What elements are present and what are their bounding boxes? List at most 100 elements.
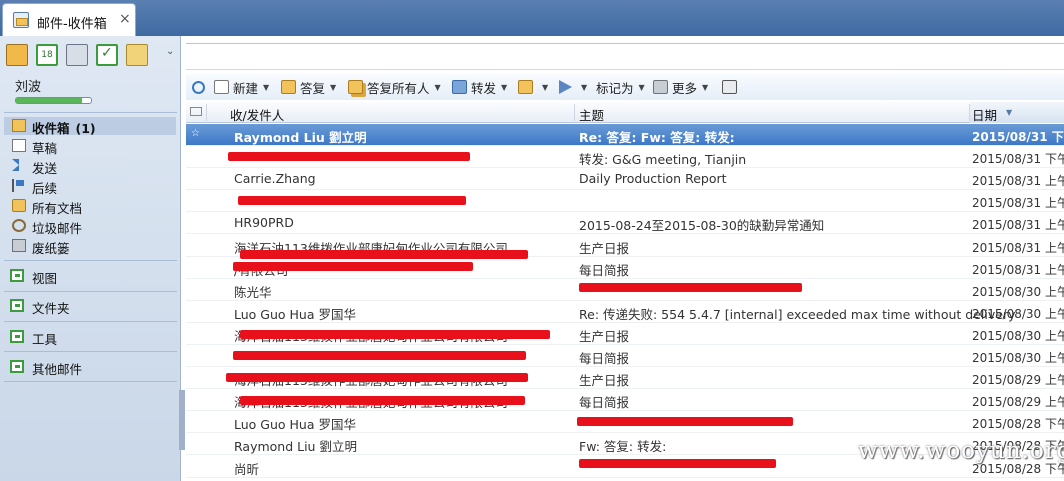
calendar-icon[interactable]: 18 <box>36 44 58 66</box>
mail-app-icon[interactable] <box>6 44 28 66</box>
table-row[interactable]: Carrie.Zhang Daily Production Report 2015/… <box>186 168 1064 191</box>
message-from: HR90PRD <box>234 215 294 231</box>
table-row[interactable]: 海洋石油113维拨作业部唐妃甸作业公司有限公司每日简报2015/08/29 上午… <box>186 389 1064 412</box>
sort-desc-icon[interactable]: ▼ <box>1006 108 1012 117</box>
table-row[interactable]: 海洋石油113维拨作业部唐妃甸作业公司有限公司生产日报2015/08/29 上午… <box>186 367 1064 390</box>
reply-all-label: 答复所有人 <box>367 80 430 96</box>
column-header: 收/发件人 主题 日期 ▼ <box>186 102 1064 123</box>
chevron-down-icon[interactable]: ▼ <box>542 83 548 92</box>
message-date: 2015/08/31 下午 <box>972 130 1064 144</box>
table-row[interactable]: 每日简报 2015/08/30 上午0 <box>186 345 1064 367</box>
sidebar-section-label: 其他邮件 <box>32 362 83 377</box>
sidebar-section-label: 工具 <box>32 332 58 347</box>
todo-icon[interactable] <box>96 44 118 66</box>
divider <box>4 291 177 292</box>
message-subject: 2015-08-24至2015-08-30的缺勤异常通知 <box>579 218 825 234</box>
table-row[interactable]: HR90PRD 2015-08-24至2015-08-30的缺勤异常通知 2015/… <box>186 212 1064 235</box>
column-subject[interactable]: 主题 <box>579 105 604 124</box>
sidebar-section-views[interactable]: 视图 <box>10 266 170 286</box>
trash-icon <box>12 239 26 252</box>
column-date[interactable]: 日期 <box>972 105 997 124</box>
sidebar-item-label: 发送 <box>32 161 58 176</box>
redaction-mark <box>226 373 528 383</box>
chevron-down-icon[interactable]: ▼ <box>435 83 441 92</box>
table-row[interactable]: Luo Guo Hua 罗国华 2015/08/28 下午0 <box>186 411 1064 434</box>
refresh-button[interactable] <box>192 77 209 97</box>
views-icon <box>10 269 24 282</box>
column-from[interactable]: 收/发件人 <box>230 105 284 124</box>
chevron-down-icon[interactable]: ▼ <box>330 83 336 92</box>
notebook-icon[interactable] <box>126 44 148 66</box>
table-row[interactable]: 海洋石油113维拨作业部唐妃甸作业公司有限公司生产日报2015/08/30 上午… <box>186 323 1064 345</box>
sidebar-collapse-handle[interactable] <box>179 390 185 450</box>
contacts-icon[interactable] <box>66 44 88 66</box>
chevron-down-icon[interactable]: ▼ <box>702 83 708 92</box>
message-subject: Daily Production Report <box>579 171 727 187</box>
redaction-mark <box>240 329 550 339</box>
star-icon[interactable]: ☆ <box>191 128 200 139</box>
message-subject: Re: 答复: Fw: 答复: 转发: <box>579 130 735 145</box>
main-panel: 新建 ▼ 答复 ▼ 答复所有人 ▼ 转发 ▼ ▼ ▼ 标记为 ▼ 更多 ▼ 收/发件人 主题… <box>186 36 1064 481</box>
mark-as-button[interactable]: 标记为 ▼ <box>596 77 645 97</box>
delete-button[interactable]: 更多 ▼ <box>653 77 708 97</box>
redaction-mark <box>240 396 525 406</box>
inbox-icon <box>12 119 26 132</box>
refresh-icon <box>192 80 205 94</box>
sidebar-section-label: 视图 <box>32 271 58 286</box>
redaction-mark <box>228 152 470 162</box>
forward-label: 转发 <box>471 80 497 96</box>
chevron-down-icon[interactable]: ▼ <box>263 83 269 92</box>
message-subject: 生产日报 <box>579 373 630 389</box>
close-icon[interactable]: × <box>119 11 131 27</box>
other-mail-icon <box>10 360 24 373</box>
message-date: 2015/08/30 上午0 <box>972 306 1064 321</box>
chevron-down-icon[interactable]: ▼ <box>501 83 507 92</box>
message-date: 2015/08/29 上午0 <box>972 373 1064 388</box>
sidebar-section-other-mail[interactable]: 其他邮件 <box>10 357 170 377</box>
main-header-area <box>186 36 1064 72</box>
sidebar-item-followup[interactable]: 后续 <box>12 177 172 196</box>
message-date: 2015/08/31 上午0 <box>972 262 1064 277</box>
divider <box>4 381 177 382</box>
folders-icon <box>10 299 24 312</box>
folder-icon <box>518 80 533 94</box>
tab-mail-inbox[interactable]: 邮件-收件箱 × <box>2 3 136 36</box>
table-row[interactable]: 陈光华 2015/08/30 上午0 <box>186 279 1064 301</box>
sidebar-section-folders[interactable]: 文件夹 <box>10 296 170 316</box>
sidebar-item-inbox[interactable]: 收件箱 (1) <box>4 117 176 136</box>
forward-button[interactable]: 转发 ▼ <box>452 77 507 97</box>
table-row[interactable]: ☆ Raymond Liu 劉立明 Re: 答复: Fw: 答复: 转发: 2015/… <box>186 124 1064 146</box>
chevron-down-icon[interactable]: ▼ <box>639 83 645 92</box>
follow-up-button[interactable]: ▼ <box>559 77 587 97</box>
sidebar-item-spam[interactable]: 垃圾邮件 <box>12 217 172 236</box>
reply-button[interactable]: 答复 ▼ <box>281 77 336 97</box>
message-date: 2015/08/28 下午0 <box>972 417 1064 432</box>
new-button[interactable]: 新建 ▼ <box>214 77 269 97</box>
print-button[interactable] <box>722 77 741 97</box>
message-from: Luo Guo Hua 罗国华 <box>234 306 356 322</box>
divider <box>4 321 177 322</box>
sidebar-item-trash[interactable]: 废纸篓 <box>12 237 172 256</box>
sidebar-item-sent[interactable]: 发送 <box>12 157 172 176</box>
sidebar-item-all-docs[interactable]: 所有文档 <box>12 197 172 216</box>
chevron-down-icon[interactable]: ▼ <box>581 83 587 92</box>
forward-icon <box>452 80 467 94</box>
message-date: 2015/08/30 上午0 <box>972 351 1064 365</box>
user-name: 刘波 <box>15 80 42 95</box>
table-row[interactable]: Luo Guo Hua 罗国华 Re: 传递失败: 554 5.4.7 [inte… <box>186 301 1064 323</box>
sidebar-item-drafts[interactable]: 草稿 <box>12 137 172 156</box>
more-apps-icon[interactable]: ⌄ <box>166 46 174 57</box>
table-row[interactable]: 海洋石油113维拨作业部唐妃甸作业公司有限公司 生产日报 2015/08/31 上午… <box>186 235 1064 259</box>
print-icon <box>722 80 737 94</box>
move-to-folder-button[interactable]: ▼ <box>518 77 548 97</box>
message-from: Carrie.Zhang <box>234 171 316 187</box>
table-row[interactable]: 2015/08/31 上午0 <box>186 190 1064 213</box>
message-date: 2015/08/31 上午1 <box>972 174 1064 189</box>
table-row[interactable]: 转发: G&G meeting, Tianjin 2015/08/31 下午0 <box>186 146 1064 169</box>
trash-icon <box>653 80 668 94</box>
message-date: 2015/08/31 上午0 <box>972 196 1064 211</box>
message-subject: 生产日报 <box>579 328 630 344</box>
reply-all-button[interactable]: 答复所有人 ▼ <box>348 77 441 97</box>
sidebar-section-tools[interactable]: 工具 <box>10 327 170 347</box>
table-row[interactable]: /有限公司每日简报2015/08/31 上午0 <box>186 257 1064 279</box>
